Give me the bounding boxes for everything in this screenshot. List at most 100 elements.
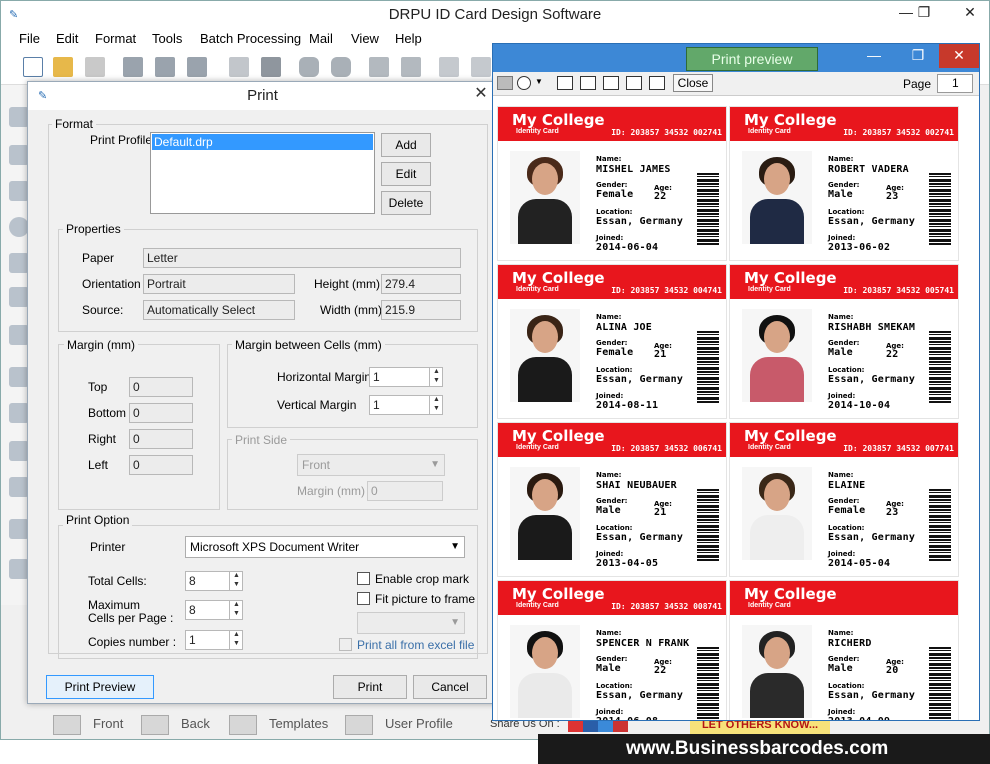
tab-back[interactable]: Back: [141, 711, 210, 737]
fit-picture-checkbox[interactable]: [357, 592, 370, 605]
location-label: Location:: [596, 366, 633, 374]
page-input[interactable]: 1: [937, 74, 973, 93]
total-cells-spinner[interactable]: ▲ ▼: [229, 571, 243, 591]
watermark-tool-icon[interactable]: [9, 519, 29, 539]
page-setup-icon[interactable]: [229, 57, 249, 77]
card-gender: Female: [596, 347, 634, 358]
card-name: ALINA JOE: [596, 322, 652, 333]
card-id-number: ID: 203857 34532 002741: [843, 128, 954, 137]
database-export-icon[interactable]: [331, 57, 351, 77]
photo-body: [518, 357, 572, 402]
orientation-field: Portrait: [143, 274, 295, 294]
print-excel-checkbox[interactable]: [339, 638, 352, 651]
four-pages-icon[interactable]: [626, 76, 642, 90]
left-margin-field[interactable]: 0: [129, 455, 193, 475]
tab-templates[interactable]: Templates: [229, 711, 328, 737]
card-barcode: [929, 647, 951, 719]
tab-user-profile[interactable]: User Profile: [345, 711, 453, 737]
preview-maximize-button[interactable]: ❐: [903, 44, 933, 68]
menu-edit[interactable]: Edit: [56, 31, 78, 46]
margin-cells-label: Margin between Cells (mm): [232, 338, 385, 352]
export-icon[interactable]: [187, 57, 207, 77]
card-age: 22: [654, 191, 667, 202]
chevron-down-icon[interactable]: ▼: [535, 77, 543, 86]
menu-view[interactable]: View: [351, 31, 379, 46]
crop-mark-checkbox[interactable]: [357, 572, 370, 585]
close-file-icon[interactable]: [85, 57, 105, 77]
bottom-margin-field[interactable]: 0: [129, 403, 193, 423]
symbol-tool-icon[interactable]: [9, 325, 29, 345]
vertical-margin-spinner[interactable]: ▲ ▼: [429, 395, 443, 415]
horizontal-margin-spinner[interactable]: ▲ ▼: [429, 367, 443, 387]
preview-close-button[interactable]: ✕: [939, 44, 979, 68]
print-preview-button[interactable]: Print Preview: [46, 675, 154, 699]
picture-tool-icon[interactable]: [9, 559, 29, 579]
triangle-tool-icon[interactable]: [9, 253, 29, 273]
image-tool-icon[interactable]: [9, 367, 29, 387]
card-college-name: My College: [512, 427, 605, 445]
delete-profile-button[interactable]: Delete: [381, 191, 431, 215]
menu-tools[interactable]: Tools: [152, 31, 182, 46]
redo-icon[interactable]: [401, 57, 421, 77]
fit-picture-select[interactable]: ▼: [357, 612, 465, 634]
cancel-button[interactable]: Cancel: [413, 675, 487, 699]
side-margin-input[interactable]: 0: [367, 481, 443, 501]
print-side-select[interactable]: Front ▼: [297, 454, 445, 476]
three-pages-icon[interactable]: [603, 76, 619, 90]
menu-mail[interactable]: Mail: [309, 31, 333, 46]
save-as-icon[interactable]: [155, 57, 175, 77]
fit-picture-label: Fit picture to frame: [375, 592, 476, 606]
barcode-tool-icon[interactable]: [9, 477, 29, 497]
undo-icon[interactable]: [369, 57, 389, 77]
text-tool-icon[interactable]: [9, 107, 29, 127]
preview-close-text-button[interactable]: Close: [673, 74, 713, 92]
one-page-icon[interactable]: [557, 76, 573, 90]
ellipse-tool-icon[interactable]: [9, 217, 29, 237]
card-location: Essan, Germany: [596, 532, 684, 543]
menu-format[interactable]: Format: [95, 31, 136, 46]
menu-help[interactable]: Help: [395, 31, 422, 46]
close-button[interactable]: ✕: [951, 1, 989, 25]
zoom-icon[interactable]: [517, 76, 531, 90]
six-pages-icon[interactable]: [649, 76, 665, 90]
library-tool-icon[interactable]: [9, 403, 29, 423]
print-profile-item[interactable]: Default.drp: [152, 134, 373, 150]
preview-minimize-button[interactable]: —: [859, 44, 889, 68]
paper-label: Paper: [82, 251, 115, 265]
print-button[interactable]: Print: [333, 675, 407, 699]
edit-profile-button[interactable]: Edit: [381, 162, 431, 186]
two-pages-icon[interactable]: [580, 76, 596, 90]
cut-icon[interactable]: [439, 57, 459, 77]
signature-tool-icon[interactable]: [9, 441, 29, 461]
print-icon[interactable]: [497, 76, 513, 90]
card-id-number: ID: 203857 34532 002741: [611, 128, 722, 137]
copies-spinner[interactable]: ▲ ▼: [229, 630, 243, 650]
star-tool-icon[interactable]: [9, 287, 29, 307]
max-cells-label-line1: Maximum: [88, 598, 141, 612]
menu-batch-processing[interactable]: Batch Processing: [200, 31, 301, 46]
database-icon[interactable]: [299, 57, 319, 77]
preview-page: My College Identity Card ID: 203857 34532 …: [495, 98, 979, 720]
copy-icon[interactable]: [471, 57, 491, 77]
print-profile-list[interactable]: Default.drp: [150, 132, 375, 214]
side-margin-label: Margin (mm): [297, 484, 365, 498]
printer-select[interactable]: Microsoft XPS Document Writer ▼: [185, 536, 465, 558]
maximize-button[interactable]: ❐: [907, 1, 941, 25]
name-label: Name:: [828, 155, 854, 163]
line-tool-icon[interactable]: [9, 145, 29, 165]
max-cells-spinner[interactable]: ▲ ▼: [229, 600, 243, 620]
open-icon[interactable]: [53, 57, 73, 77]
card-gender: Male: [596, 505, 621, 516]
menu-file[interactable]: File: [19, 31, 40, 46]
save-icon[interactable]: [123, 57, 143, 77]
new-icon[interactable]: [23, 57, 43, 77]
tab-front[interactable]: Front: [53, 711, 123, 737]
print-icon[interactable]: [261, 57, 281, 77]
gender-label: Gender:: [828, 339, 860, 347]
right-margin-field[interactable]: 0: [129, 429, 193, 449]
add-profile-button[interactable]: Add: [381, 133, 431, 157]
top-margin-field[interactable]: 0: [129, 377, 193, 397]
print-dialog-close-button[interactable]: ✕: [469, 82, 493, 106]
photo-face: [532, 637, 558, 669]
rectangle-tool-icon[interactable]: [9, 181, 29, 201]
